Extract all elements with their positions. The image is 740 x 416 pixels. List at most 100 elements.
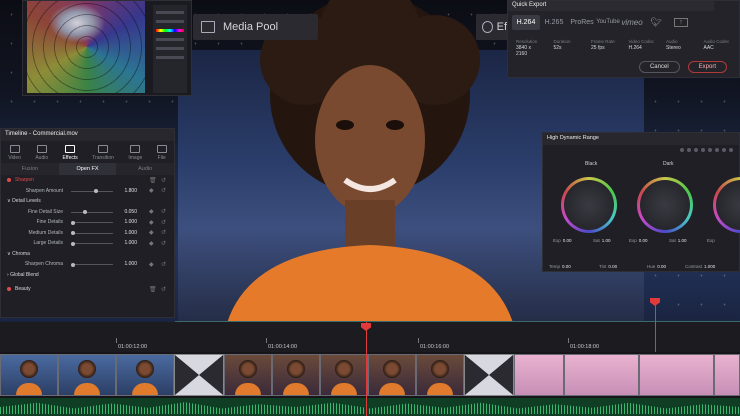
section-chroma[interactable]: ∨ Chroma xyxy=(1,249,174,260)
tab-transition[interactable]: Transition xyxy=(92,145,114,161)
black-sat[interactable]: Sat 1.00 xyxy=(593,238,611,243)
reset-icon[interactable]: ↺ xyxy=(161,261,166,268)
hdr-panel: High Dynamic Range Black Dark Exp 0.00 Sa… xyxy=(542,132,740,272)
media-pool-tab[interactable]: Media Pool xyxy=(193,14,318,40)
color-wheel-3[interactable] xyxy=(713,177,740,233)
tab-file[interactable]: File xyxy=(156,145,167,161)
reset-icon[interactable]: ↺ xyxy=(161,240,166,247)
reset-icon[interactable]: ↺ xyxy=(161,187,166,194)
tab-effects[interactable]: Effects xyxy=(63,145,78,161)
keyframe-icon[interactable]: ◆ xyxy=(149,261,154,268)
youtube-icon[interactable]: YouTube xyxy=(596,19,620,25)
video-clip[interactable] xyxy=(564,354,639,396)
transition-clip[interactable] xyxy=(174,354,224,396)
black-exp[interactable]: Exp 0.00 xyxy=(553,238,572,243)
reset-icon[interactable]: ↺ xyxy=(161,229,166,236)
video-clip[interactable] xyxy=(272,354,320,396)
format-prores[interactable]: ProRes xyxy=(568,19,596,26)
video-clip[interactable] xyxy=(514,354,564,396)
color-wheel-dark[interactable] xyxy=(637,177,693,233)
param-fine-details: Fine Details 1.000 ◆ ↺ xyxy=(36,219,167,226)
viewer-subject xyxy=(225,0,515,330)
value-field[interactable]: 1.000 xyxy=(117,230,137,236)
hdr-tint[interactable]: Tint 0.00 xyxy=(599,264,617,269)
subtab-openfx[interactable]: Open FX xyxy=(58,163,117,175)
quick-export-panel: Quick Export H.264 H.265 ProRes YouTube … xyxy=(507,0,740,78)
video-clip[interactable] xyxy=(0,354,58,396)
section-detail-levels[interactable]: ∨ Detail Levels xyxy=(1,196,174,207)
trash-icon[interactable]: 🗑︎ xyxy=(149,286,157,293)
dark-sat[interactable]: Sat 1.00 xyxy=(669,238,687,243)
twitter-icon[interactable]: 🐦︎ xyxy=(644,17,668,28)
playhead[interactable] xyxy=(366,322,367,416)
third-exp[interactable]: Exp xyxy=(707,238,715,243)
keyframe-icon[interactable]: ◆ xyxy=(149,240,154,247)
upload-icon[interactable]: ↑ xyxy=(674,17,688,27)
transition-clip[interactable] xyxy=(464,354,514,396)
video-clip[interactable] xyxy=(116,354,174,396)
section-global-blend[interactable]: › Global Blend xyxy=(1,270,174,281)
audio-track[interactable] xyxy=(0,398,740,416)
value-field[interactable]: 1.800 xyxy=(117,188,137,194)
keyframe-icon[interactable]: ◆ xyxy=(149,208,154,215)
subtab-fusion[interactable]: Fusion xyxy=(1,166,59,172)
value-field[interactable]: 0.050 xyxy=(117,209,137,215)
effect-enable-toggle[interactable] xyxy=(7,178,11,183)
format-selector: H.264 H.265 ProRes YouTube vimeo 🐦︎ ↑ xyxy=(508,11,739,33)
video-clip[interactable] xyxy=(320,354,368,396)
video-clip[interactable] xyxy=(368,354,416,396)
hdr-hue[interactable]: Hue 0.00 xyxy=(647,264,666,269)
effect-enable-toggle[interactable] xyxy=(7,287,11,292)
effects-icon xyxy=(482,21,493,33)
slider[interactable] xyxy=(71,220,113,225)
hdr-toolbar[interactable] xyxy=(543,145,739,155)
reset-icon[interactable]: ↺ xyxy=(161,286,166,293)
hdr-temp[interactable]: Temp 0.00 xyxy=(549,264,571,269)
slider[interactable] xyxy=(71,231,113,235)
param-medium-details: Medium Details 1.000 ◆ ↺ xyxy=(28,229,167,237)
video-clip[interactable] xyxy=(416,354,464,396)
vectorscope-graticule xyxy=(27,1,145,93)
dark-exp[interactable]: Exp 0.00 xyxy=(629,238,648,243)
reset-icon[interactable]: ↺ xyxy=(161,177,166,184)
value-field[interactable]: 1.000 xyxy=(117,240,137,246)
tab-image[interactable]: Image xyxy=(128,145,142,161)
color-wheel-black[interactable] xyxy=(561,177,617,233)
hdr-contrast[interactable]: Contrast 1.000 xyxy=(685,264,715,269)
slider[interactable] xyxy=(71,210,113,214)
format-h264[interactable]: H.264 xyxy=(512,14,540,30)
export-button[interactable]: Export xyxy=(687,61,727,73)
keyframe-icon[interactable]: ◆ xyxy=(149,187,154,194)
video-clip[interactable] xyxy=(639,354,714,396)
reset-icon[interactable]: ↺ xyxy=(161,208,166,215)
effect-header-beauty[interactable]: Beauty 🗑︎ ↺ xyxy=(1,284,174,295)
media-pool-icon xyxy=(201,21,215,33)
trash-icon[interactable]: 🗑︎ xyxy=(149,177,157,184)
vimeo-icon[interactable]: vimeo xyxy=(620,18,644,27)
value-field[interactable]: 1.000 xyxy=(117,261,137,267)
transition-icon xyxy=(98,145,109,153)
value-field[interactable]: 1.000 xyxy=(117,219,137,225)
cancel-button[interactable]: Cancel xyxy=(638,61,680,73)
keyframe-icon[interactable]: ◆ xyxy=(149,229,154,236)
image-icon xyxy=(130,145,141,153)
timecode-4: 01:00:18:00 xyxy=(567,338,600,350)
video-clip[interactable] xyxy=(714,354,740,396)
scope-settings[interactable] xyxy=(153,5,187,93)
marker-line xyxy=(655,300,656,352)
keyframe-icon[interactable]: ◆ xyxy=(149,219,154,226)
video-clip[interactable] xyxy=(224,354,272,396)
slider[interactable] xyxy=(71,262,113,267)
effect-name: Sharpen xyxy=(15,177,34,184)
format-h265[interactable]: H.265 xyxy=(540,19,568,26)
param-large-details: Large Details 1.000 ◆ ↺ xyxy=(33,240,167,247)
slider[interactable] xyxy=(71,241,113,246)
reset-icon[interactable]: ↺ xyxy=(161,219,166,226)
effect-header-sharpen[interactable]: Sharpen 🗑︎ ↺ xyxy=(1,175,174,186)
tab-video[interactable]: Video xyxy=(8,145,21,161)
meta-duration: Duration 52s xyxy=(553,39,571,51)
tab-audio[interactable]: Audio xyxy=(35,145,48,161)
slider[interactable] xyxy=(71,189,113,193)
video-clip[interactable] xyxy=(58,354,116,396)
subtab-audio[interactable]: Audio xyxy=(116,166,174,172)
